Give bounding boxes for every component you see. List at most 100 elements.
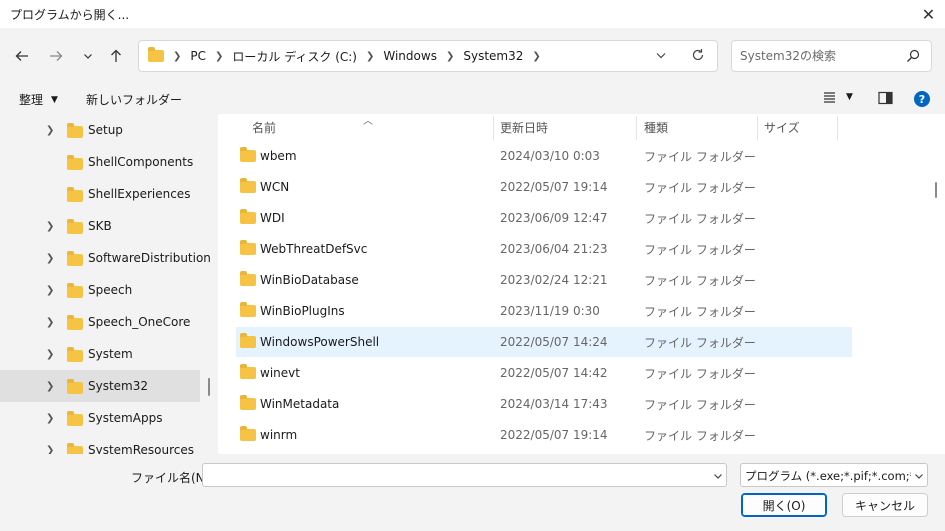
new-folder-button[interactable]: 新しいフォルダー	[86, 91, 182, 108]
tree-item[interactable]: ❯ Speech	[0, 274, 200, 306]
folder-icon	[67, 379, 83, 394]
forward-button[interactable]	[44, 44, 68, 68]
open-button[interactable]: 開く(O)	[741, 493, 827, 517]
chevron-right-icon: ❯	[532, 50, 541, 62]
file-type: ファイル フォルダー	[644, 273, 756, 288]
chevron-right-icon: ❯	[173, 50, 182, 62]
file-type: ファイル フォルダー	[644, 397, 756, 412]
help-button[interactable]: ?	[914, 91, 930, 107]
file-date: 2022/05/07 19:14	[500, 180, 608, 194]
expand-chevron-icon[interactable]: ❯	[46, 285, 54, 296]
tree-item[interactable]: ❯ SystemApps	[0, 402, 200, 434]
expand-chevron-icon[interactable]: ❯	[46, 317, 54, 328]
arrow-left-icon	[15, 51, 28, 61]
file-name: WinMetadata	[260, 397, 340, 411]
file-type-select[interactable]: プログラム (*.exe;*.pif;*.com;*.bat	[740, 463, 928, 487]
folder-icon	[67, 315, 83, 330]
dialog-footer: ファイル名(N): プログラム (*.exe;*.pif;*.com;*.bat…	[0, 454, 945, 531]
organize-button[interactable]: 整理 ▼	[19, 91, 58, 108]
view-options-button[interactable]: ▼	[822, 90, 853, 104]
breadcrumb-local-disk[interactable]: ローカル ディスク (C:)	[232, 48, 357, 65]
column-name-label: 名前	[252, 120, 277, 135]
column-header-type[interactable]: 種類	[644, 114, 668, 140]
tree-item[interactable]: ❯ Setup	[0, 114, 200, 146]
folder-icon	[240, 141, 256, 171]
file-name: winevt	[260, 366, 300, 380]
navigation-scrollbar[interactable]	[208, 378, 210, 396]
file-row[interactable]: WCN 2022/05/07 19:14 ファイル フォルダー	[236, 172, 852, 202]
folder-icon	[67, 347, 83, 362]
folder-icon	[240, 389, 256, 419]
chevron-right-icon: ❯	[365, 50, 375, 62]
file-row[interactable]: wbem 2024/03/10 0:03 ファイル フォルダー	[236, 141, 852, 171]
tree-item[interactable]: ❯ SoftwareDistribution	[0, 242, 211, 274]
expand-chevron-icon[interactable]: ❯	[46, 349, 54, 360]
up-button[interactable]	[104, 44, 128, 68]
cancel-button[interactable]: キャンセル	[842, 493, 928, 517]
expand-chevron-icon[interactable]: ❯	[46, 221, 54, 232]
caret-down-icon: ▼	[51, 94, 58, 105]
search-icon[interactable]	[906, 49, 920, 66]
chevron-right-icon: ❯	[445, 50, 455, 62]
tree-item[interactable]: ❯ System	[0, 338, 200, 370]
expand-chevron-icon[interactable]: ❯	[46, 125, 54, 136]
file-row[interactable]: WinMetadata 2024/03/14 17:43 ファイル フォルダー	[236, 389, 852, 419]
column-header-name[interactable]: 名前	[252, 114, 276, 140]
tree-item[interactable]: ❯ System32	[0, 370, 200, 402]
tree-item-label: SystemApps	[88, 411, 163, 425]
column-header-size[interactable]: サイズ	[764, 114, 800, 140]
column-separator[interactable]	[636, 116, 637, 140]
expand-chevron-icon[interactable]: ❯	[46, 413, 54, 424]
file-name: winrm	[260, 428, 298, 442]
file-list: ︿ 名前 更新日時 種類 サイズ wbem 2024/03/10 0:03 ファイル…	[218, 114, 945, 454]
file-type: ファイル フォルダー	[644, 428, 756, 443]
breadcrumb-windows[interactable]: Windows	[383, 49, 437, 63]
back-button[interactable]	[10, 44, 34, 68]
help-icon: ?	[918, 92, 926, 106]
expand-chevron-icon[interactable]: ❯	[46, 381, 54, 392]
file-list-scrollbar[interactable]	[935, 182, 937, 198]
refresh-button[interactable]	[691, 48, 707, 64]
tree-item[interactable]: ❯ SKB	[0, 210, 200, 242]
address-dropdown-button[interactable]	[655, 49, 669, 63]
file-type: ファイル フォルダー	[644, 180, 756, 195]
preview-pane-button[interactable]	[878, 91, 893, 108]
tree-item-label: System	[88, 347, 133, 361]
column-separator[interactable]	[493, 116, 494, 140]
address-bar[interactable]: ❯ PC ❯ ローカル ディスク (C:) ❯ Windows ❯ System…	[138, 40, 718, 72]
file-type: ファイル フォルダー	[644, 211, 756, 226]
close-button[interactable]: ✕	[912, 0, 945, 28]
folder-icon	[240, 420, 256, 450]
file-date: 2024/03/10 0:03	[500, 149, 600, 163]
tree-item[interactable]: ShellComponents	[0, 146, 200, 178]
file-row[interactable]: WDI 2023/06/09 12:47 ファイル フォルダー	[236, 203, 852, 233]
expand-chevron-icon[interactable]: ❯	[46, 253, 54, 264]
expand-chevron-icon[interactable]: ❯	[46, 445, 54, 455]
file-row[interactable]: winrm 2022/05/07 19:14 ファイル フォルダー	[236, 420, 852, 450]
tree-item[interactable]: ShellExperiences	[0, 178, 200, 210]
breadcrumb-system32[interactable]: System32	[463, 49, 523, 63]
file-row[interactable]: WindowsPowerShell 2022/05/07 14:24 ファイル フォ…	[236, 327, 852, 357]
file-row[interactable]: WinBioDatabase 2023/02/24 12:21 ファイル フォルダー	[236, 265, 852, 295]
navigation-pane: ❯ Setup ShellComponents ShellExperiences ❯ SK…	[0, 114, 217, 454]
tree-item[interactable]: ❯ SystemResources	[0, 434, 200, 454]
refresh-icon	[692, 49, 704, 61]
search-box[interactable]	[731, 40, 932, 72]
tree-item[interactable]: ❯ Speech_OneCore	[0, 306, 200, 338]
chevron-down-icon[interactable]	[713, 471, 723, 481]
column-type-label: 種類	[644, 120, 669, 135]
breadcrumb-pc[interactable]: PC	[190, 49, 206, 63]
file-row[interactable]: WebThreatDefSvc 2023/06/04 21:23 ファイル フォルダ…	[236, 234, 852, 264]
recent-locations-button[interactable]	[76, 44, 100, 68]
file-row[interactable]: winevt 2022/05/07 14:42 ファイル フォルダー	[236, 358, 852, 388]
folder-icon	[240, 203, 256, 233]
column-separator[interactable]	[757, 116, 758, 140]
search-input[interactable]	[740, 41, 900, 71]
new-folder-label: 新しいフォルダー	[86, 93, 183, 107]
file-row[interactable]: WinBioPlugIns 2023/11/19 0:30 ファイル フォルダー	[236, 296, 852, 326]
filename-input[interactable]	[202, 463, 727, 487]
column-separator[interactable]	[837, 116, 838, 140]
folder-icon	[240, 265, 256, 295]
column-header-date[interactable]: 更新日時	[500, 114, 548, 140]
file-name: WebThreatDefSvc	[260, 242, 368, 256]
